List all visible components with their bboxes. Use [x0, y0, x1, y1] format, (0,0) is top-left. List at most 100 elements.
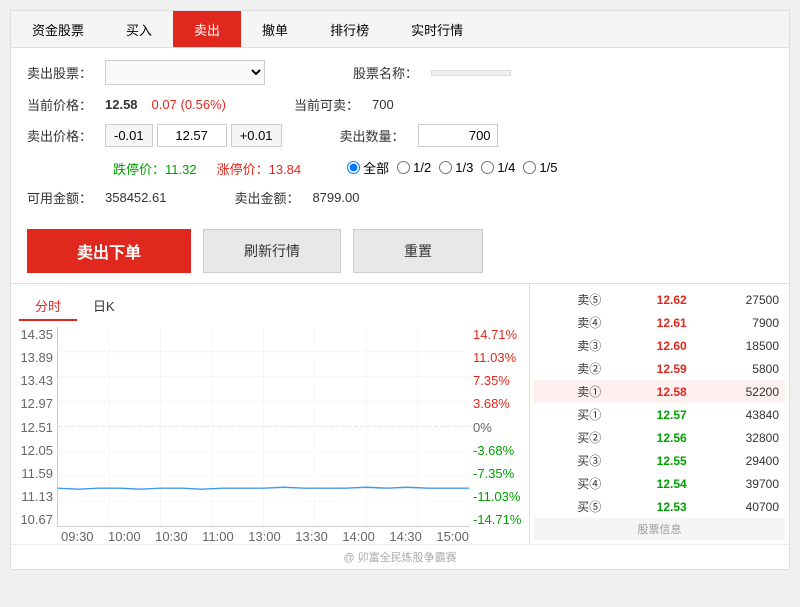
sell-qty-label: 卖出数量：: [340, 126, 410, 145]
available-amount-label: 可用金额：: [27, 188, 97, 207]
radio-third[interactable]: 1/3: [439, 160, 473, 175]
y-label-4: 12.51: [19, 420, 53, 435]
x-label-2: 10:30: [155, 529, 188, 544]
pct-label-4: 0%: [473, 420, 521, 435]
pct-label-6: -7.35%: [473, 466, 521, 481]
tab-capital[interactable]: 资金股票: [11, 11, 105, 47]
stock-name-value: [431, 70, 511, 76]
chart-svg: [58, 327, 469, 526]
sell-price-label: 卖出价格：: [27, 126, 97, 145]
sell1-label: 卖①: [534, 380, 607, 403]
buy2-label: 买②: [534, 426, 607, 449]
quote-sell-row-5: 卖⑤ 12.62 27500: [534, 288, 785, 311]
quote-footer-label: 股票信息: [534, 518, 785, 540]
quote-table: 卖⑤ 12.62 27500 卖④ 12.61 7900 卖③ 12.60 18…: [534, 288, 785, 540]
sell4-vol: 7900: [693, 311, 785, 334]
row-sell-stock: 卖出股票： 股票名称：: [27, 60, 773, 85]
quote-buy-row-1: 买① 12.57 43840: [534, 403, 785, 426]
chart-y-left: 14.35 13.89 13.43 12.97 12.51 12.05 11.5…: [19, 327, 57, 527]
y-label-7: 11.13: [19, 489, 53, 504]
chart-area: 分时 日K 14.35 13.89 13.43 12.97 12.51 12.0…: [11, 284, 529, 544]
sell3-vol: 18500: [693, 334, 785, 357]
tab-order[interactable]: 撤单: [241, 11, 309, 47]
price-input-field[interactable]: [157, 124, 227, 147]
y-label-8: 10.67: [19, 512, 53, 527]
x-label-1: 10:00: [108, 529, 141, 544]
pct-label-1: 11.03%: [473, 350, 521, 365]
stock-name-label: 股票名称：: [353, 63, 423, 82]
quote-sell-row-1: 卖① 12.58 52200: [534, 380, 785, 403]
pct-label-5: -3.68%: [473, 443, 521, 458]
radio-all[interactable]: 全部: [347, 158, 389, 177]
buy1-label: 买①: [534, 403, 607, 426]
reset-button[interactable]: 重置: [353, 229, 483, 273]
limit-down-label: 跌停价：11.32: [113, 159, 197, 178]
y-label-2: 13.43: [19, 373, 53, 388]
limit-up-label: 涨停价：13.84: [217, 159, 302, 178]
available-amount-value: 358452.61: [105, 190, 166, 205]
quote-sell-row-4: 卖④ 12.61 7900: [534, 311, 785, 334]
row-price: 当前价格： 12.58 0.07 (0.56%) 当前可卖： 700: [27, 95, 773, 114]
sell4-label: 卖④: [534, 311, 607, 334]
tab-realtime[interactable]: 实时行情: [390, 11, 484, 47]
buy5-vol: 40700: [693, 495, 785, 518]
current-price-value: 12.58: [105, 97, 138, 112]
pct-label-2: 7.35%: [473, 373, 521, 388]
sell5-vol: 27500: [693, 288, 785, 311]
buy5-price: 12.53: [607, 495, 692, 518]
y-label-5: 12.05: [19, 443, 53, 458]
price-plus-button[interactable]: +0.01: [231, 124, 282, 147]
stock-select-group: [105, 60, 265, 85]
quote-buy-row-5: 买⑤ 12.53 40700: [534, 495, 785, 518]
sell3-price: 12.60: [607, 334, 692, 357]
chart-main: [57, 327, 469, 527]
tab-rank[interactable]: 排行榜: [309, 11, 390, 47]
sell-order-button[interactable]: 卖出下单: [27, 229, 191, 273]
nav-tabs: 资金股票 买入 卖出 撤单 排行榜 实时行情: [11, 11, 789, 48]
buy5-label: 买⑤: [534, 495, 607, 518]
pct-label-8: -14.71%: [473, 512, 521, 527]
tab-buy[interactable]: 买入: [105, 11, 173, 47]
buy4-vol: 39700: [693, 472, 785, 495]
tab-sell[interactable]: 卖出: [173, 11, 241, 47]
sell1-vol: 52200: [693, 380, 785, 403]
price-change-value: 0.07 (0.56%): [152, 97, 226, 112]
buy1-vol: 43840: [693, 403, 785, 426]
price-input-group: -0.01 +0.01: [105, 124, 282, 147]
refresh-button[interactable]: 刷新行情: [203, 229, 341, 273]
chart-tabs: 分时 日K: [19, 292, 521, 321]
x-label-4: 13:00: [248, 529, 281, 544]
buy3-vol: 29400: [693, 449, 785, 472]
y-label-6: 11.59: [19, 466, 53, 481]
chart-x-axis: 09:30 10:00 10:30 11:00 13:00 13:30 14:0…: [19, 527, 469, 544]
sell-qty-input[interactable]: [418, 124, 498, 147]
quote-buy-row-4: 买④ 12.54 39700: [534, 472, 785, 495]
pct-label-0: 14.71%: [473, 327, 521, 342]
row-sell-price: 卖出价格： -0.01 +0.01 卖出数量：: [27, 124, 773, 147]
row-limits-radio: 跌停价：11.32 涨停价：13.84 全部 1/2 1/3 1/4 1/5: [27, 157, 773, 178]
sell2-price: 12.59: [607, 357, 692, 380]
chart-container: 14.35 13.89 13.43 12.97 12.51 12.05 11.5…: [19, 327, 521, 527]
stock-select-dropdown[interactable]: [105, 60, 265, 85]
pct-label-7: -11.03%: [473, 489, 521, 504]
price-minus-button[interactable]: -0.01: [105, 124, 153, 147]
row-amounts: 可用金额： 358452.61 卖出金额： 8799.00: [27, 188, 773, 207]
buy4-label: 买④: [534, 472, 607, 495]
quote-buy-row-2: 买② 12.56 32800: [534, 426, 785, 449]
quote-footer-row: 股票信息: [534, 518, 785, 540]
sell2-label: 卖②: [534, 357, 607, 380]
chart-tab-minute[interactable]: 分时: [19, 292, 77, 321]
sell-amount-value: 8799.00: [312, 190, 359, 205]
available-sell-value: 700: [372, 97, 394, 112]
sell5-label: 卖⑤: [534, 288, 607, 311]
quote-sell-row-3: 卖③ 12.60 18500: [534, 334, 785, 357]
sell4-price: 12.61: [607, 311, 692, 334]
chart-tab-daily[interactable]: 日K: [77, 292, 131, 321]
radio-fifth[interactable]: 1/5: [523, 160, 557, 175]
pct-label-3: 3.68%: [473, 396, 521, 411]
radio-half[interactable]: 1/2: [397, 160, 431, 175]
radio-quarter[interactable]: 1/4: [481, 160, 515, 175]
sell3-label: 卖③: [534, 334, 607, 357]
qty-ratio-group: 全部 1/2 1/3 1/4 1/5: [347, 158, 557, 177]
sell5-price: 12.62: [607, 288, 692, 311]
